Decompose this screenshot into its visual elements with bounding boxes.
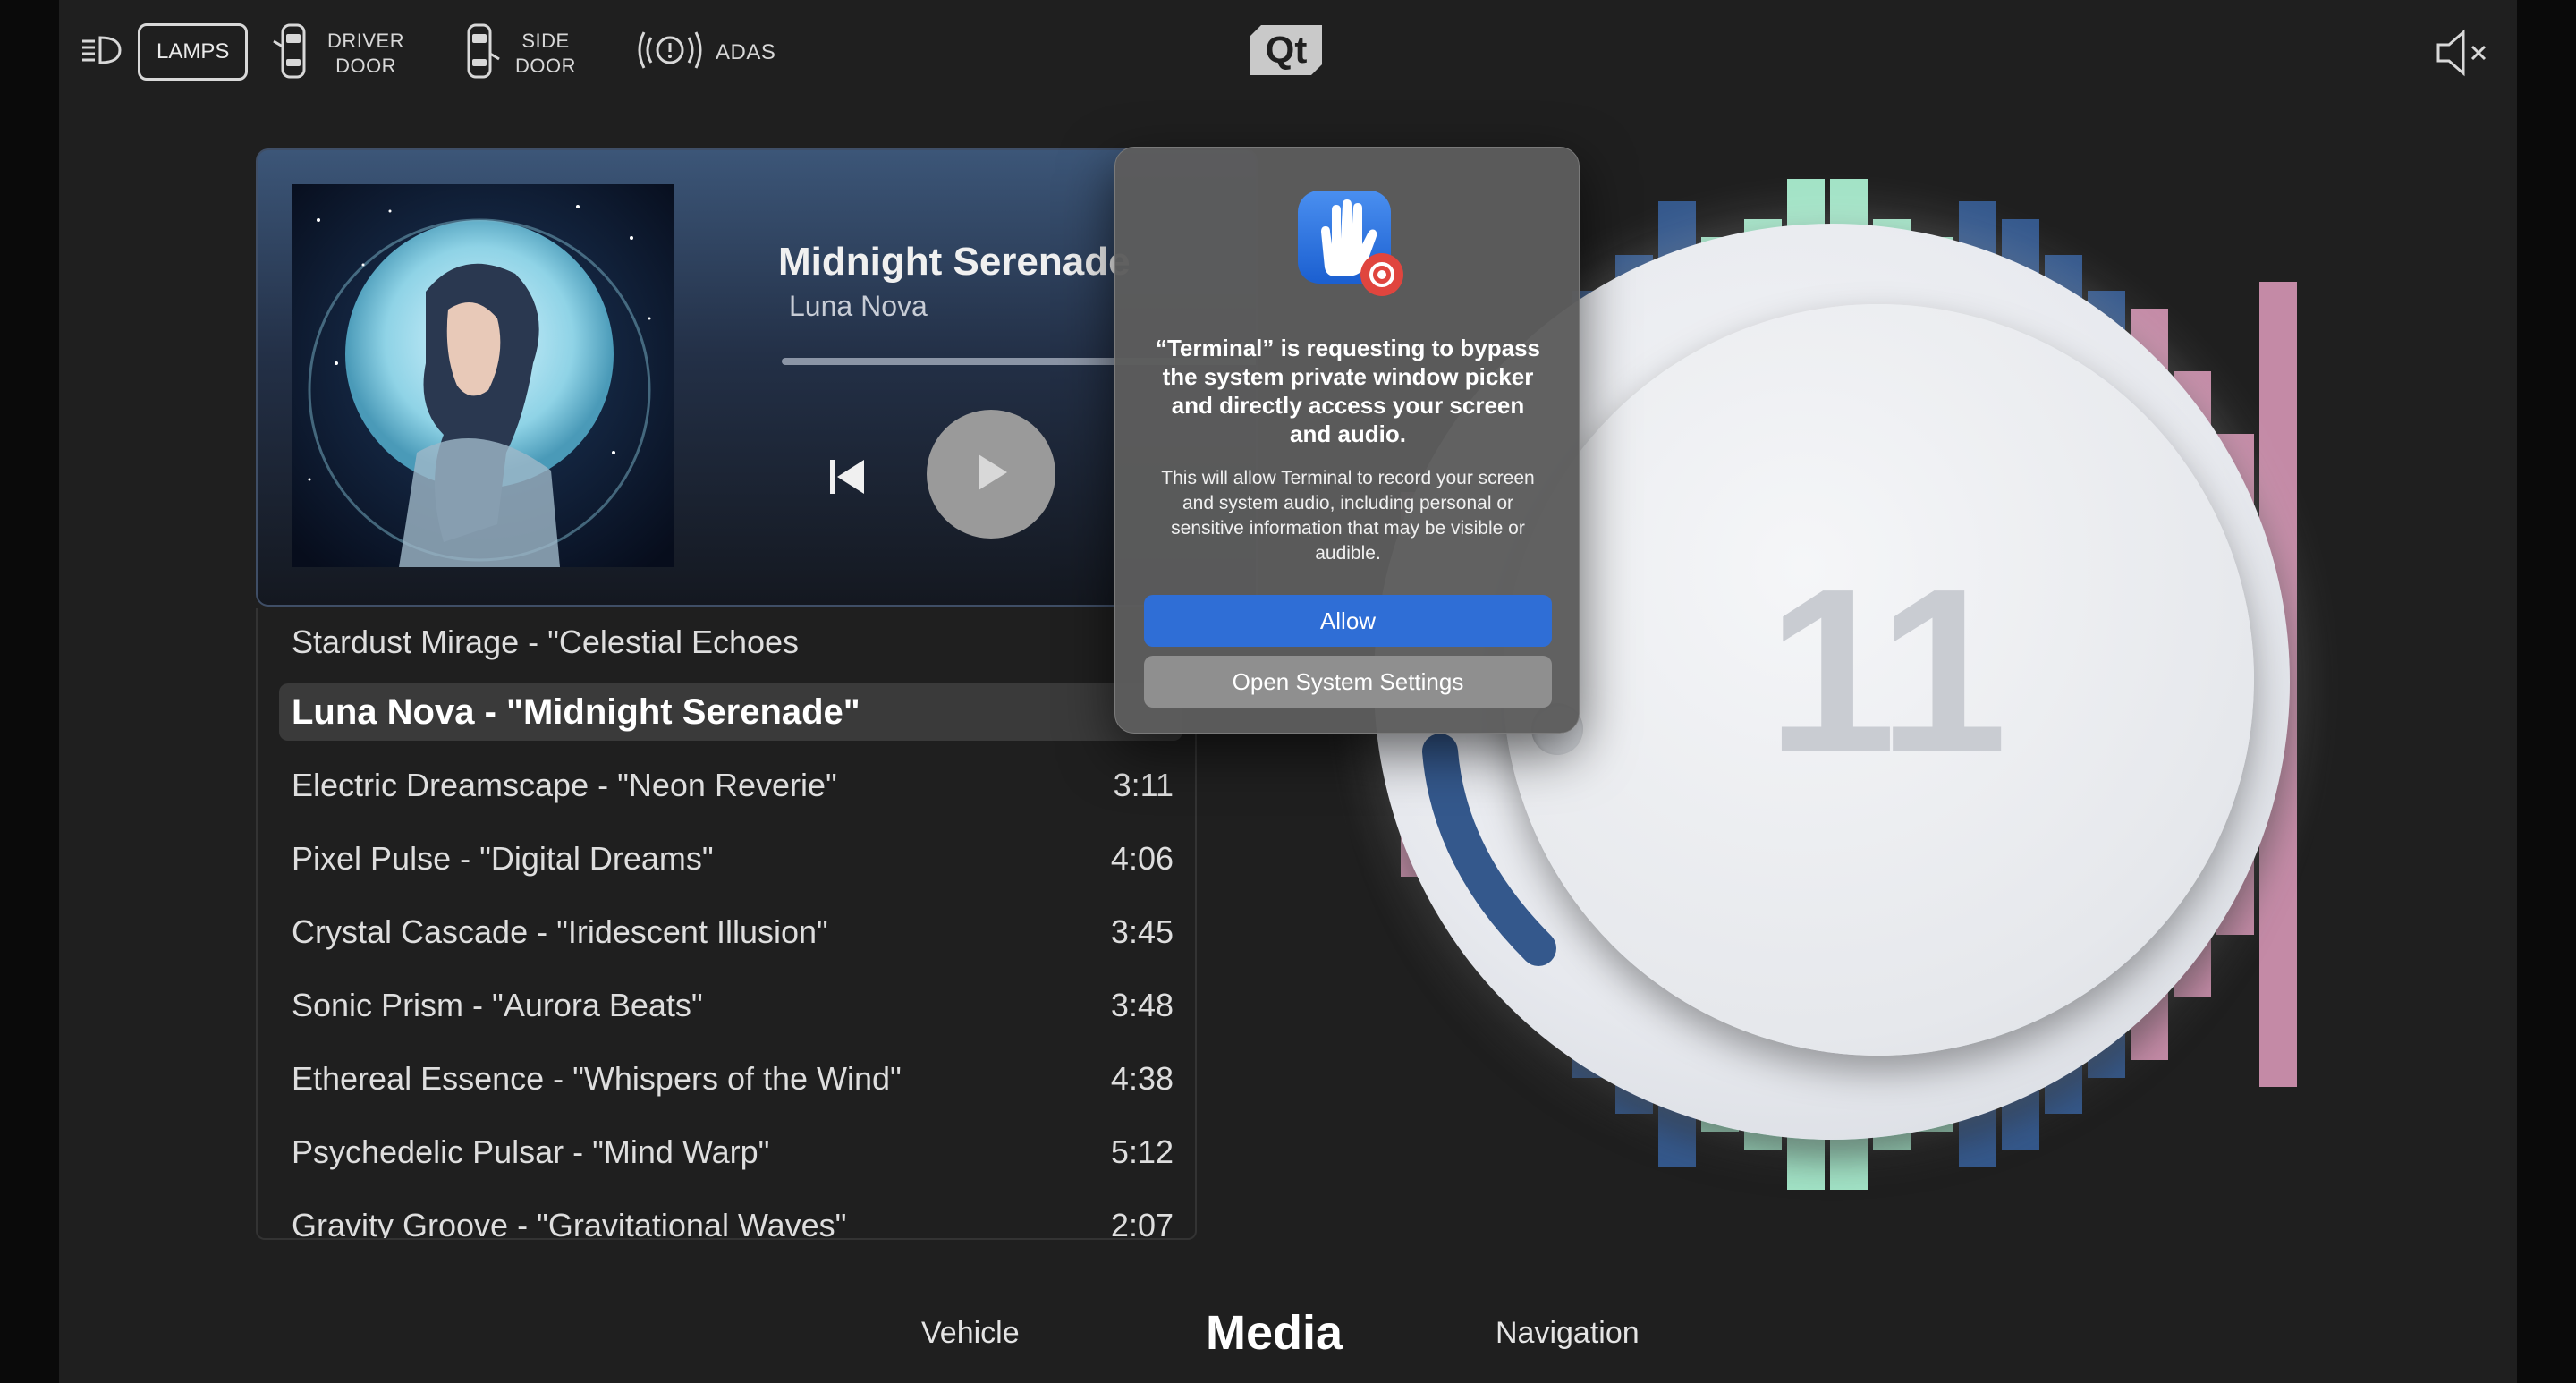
play-icon: [971, 451, 1011, 498]
car-driver-door-icon: [270, 21, 315, 85]
side-door-label: SIDE DOOR: [515, 29, 576, 79]
driver-door-toggle[interactable]: DRIVER DOOR: [270, 21, 404, 85]
track-duration: 3:11: [1113, 767, 1174, 803]
track-name: Sonic Prism - "Aurora Beats": [292, 987, 703, 1023]
adas-toggle[interactable]: ADAS: [637, 27, 775, 78]
top-bar: LAMPS DRIVER DOOR SIDE DOOR ADAS Qt: [59, 0, 2517, 107]
playlist-item[interactable]: Stardust Mirage - "Celestial Echoes: [258, 614, 1195, 671]
driver-door-label-line1: DRIVER: [327, 29, 405, 52]
playlist-item[interactable]: Sonic Prism - "Aurora Beats" 3:48: [258, 977, 1195, 1034]
infotainment-screen: LAMPS DRIVER DOOR SIDE DOOR ADAS Qt 11 M…: [59, 0, 2517, 1383]
lamps-toggle[interactable]: LAMPS: [79, 23, 249, 81]
adas-warning-icon: [637, 27, 703, 78]
headlamp-icon: [79, 32, 125, 72]
song-title: Midnight Serenade: [778, 240, 1131, 284]
track-duration: 2:07: [1110, 1207, 1174, 1240]
previous-track-button[interactable]: [818, 449, 877, 508]
bottom-navigation: Vehicle Media Navigation: [59, 1288, 2517, 1378]
track-name: Ethereal Essence - "Whispers of the Wind…: [292, 1060, 902, 1097]
nav-media-tab[interactable]: Media: [1206, 1288, 1343, 1378]
nav-vehicle-tab[interactable]: Vehicle: [921, 1288, 1020, 1378]
dialog-body: This will allow Terminal to record your …: [1161, 468, 1535, 564]
track-name: Stardust Mirage - "Celestial Echoes: [292, 624, 800, 660]
track-duration: 4:38: [1110, 1060, 1174, 1097]
playlist-item[interactable]: Psychedelic Pulsar - "Mind Warp" 5:12: [258, 1124, 1195, 1181]
speaker-muted-icon[interactable]: [2433, 27, 2492, 83]
now-playing-card: Midnight Serenade Luna Nova: [256, 148, 1258, 607]
song-artist: Luna Nova: [789, 290, 928, 322]
track-name: Pixel Pulse - "Digital Dreams": [292, 840, 714, 877]
playlist-item[interactable]: Gravity Groove - "Gravitational Waves" 2:…: [258, 1197, 1195, 1240]
open-system-settings-button[interactable]: Open System Settings: [1144, 656, 1552, 708]
allow-button[interactable]: Allow: [1144, 595, 1552, 647]
adas-label: ADAS: [716, 39, 776, 64]
nav-navigation-tab[interactable]: Navigation: [1496, 1288, 1640, 1378]
screen-recording-hand-icon: [1294, 187, 1405, 298]
qt-logo: Qt: [1250, 25, 1322, 75]
volume-value: 11: [1767, 541, 2008, 801]
track-name: Electric Dreamscape - "Neon Reverie": [292, 767, 837, 803]
track-name: Gravity Groove - "Gravitational Waves": [292, 1207, 847, 1240]
skip-previous-icon: [826, 456, 868, 502]
dialog-title: “Terminal” is requesting to bypass the s…: [1155, 335, 1541, 447]
track-duration: 4:06: [1110, 840, 1174, 877]
permission-dialog: “Terminal” is requesting to bypass the s…: [1114, 147, 1580, 734]
playlist: Stardust Mirage - "Celestial Echoes Luna …: [256, 608, 1197, 1240]
track-duration: 3:45: [1110, 913, 1174, 950]
track-name: Crystal Cascade - "Iridescent Illusion": [292, 913, 828, 950]
side-door-label-line2: DOOR: [515, 54, 576, 77]
track-name: Psychedelic Pulsar - "Mind Warp": [292, 1133, 770, 1170]
track-name: Luna Nova - "Midnight Serenade": [292, 692, 860, 732]
track-duration: 5:12: [1110, 1133, 1174, 1170]
track-duration: 3:48: [1110, 987, 1174, 1023]
side-door-toggle[interactable]: SIDE DOOR: [458, 21, 576, 85]
driver-door-label-line2: DOOR: [335, 54, 397, 77]
play-button[interactable]: [927, 410, 1055, 539]
driver-door-label: DRIVER DOOR: [327, 29, 404, 79]
playlist-item[interactable]: Crystal Cascade - "Iridescent Illusion" 3…: [258, 904, 1195, 961]
playlist-item-active[interactable]: Luna Nova - "Midnight Serenade": [279, 683, 1182, 741]
playlist-item[interactable]: Electric Dreamscape - "Neon Reverie" 3:11: [258, 757, 1195, 814]
side-door-label-line1: SIDE: [521, 29, 570, 52]
playlist-item[interactable]: Ethereal Essence - "Whispers of the Wind…: [258, 1050, 1195, 1107]
car-side-door-icon: [458, 21, 503, 85]
album-art: [292, 184, 674, 567]
playlist-item[interactable]: Pixel Pulse - "Digital Dreams" 4:06: [258, 830, 1195, 887]
lamps-label: LAMPS: [138, 23, 249, 81]
